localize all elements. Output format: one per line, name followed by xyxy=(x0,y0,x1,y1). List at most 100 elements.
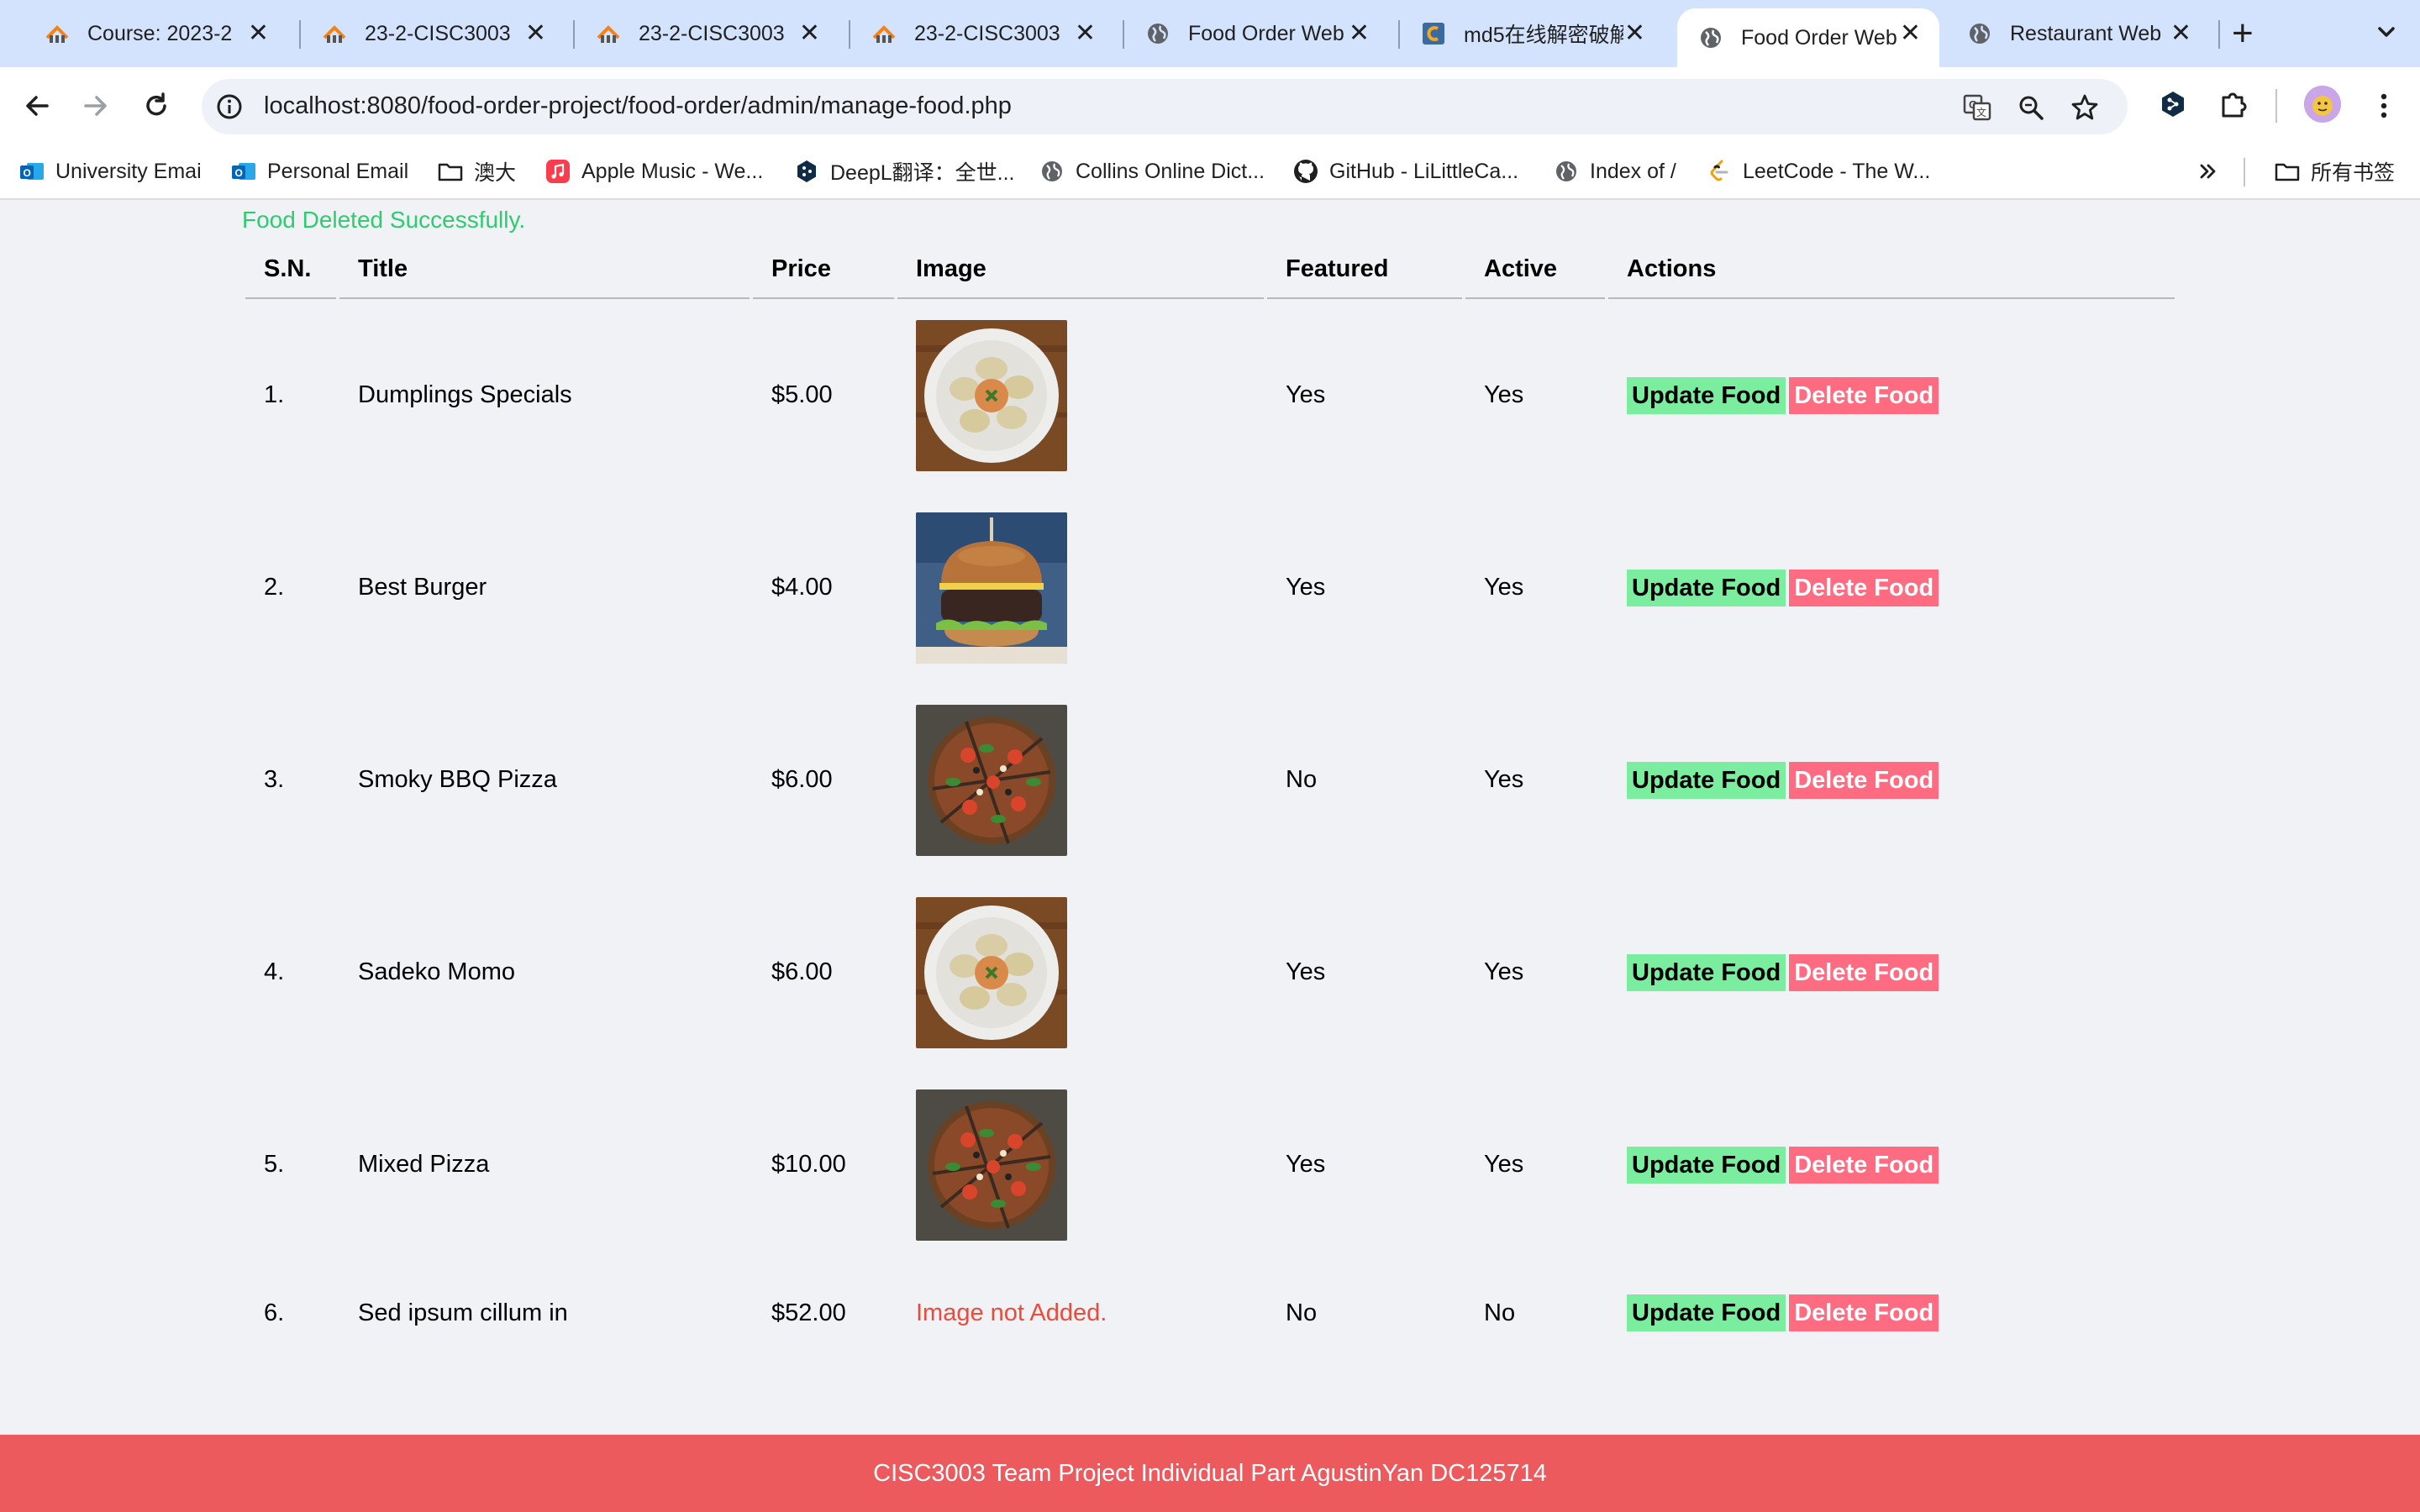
footer-text: CISC3003 Team Project Individual Part Ag… xyxy=(873,1459,1547,1487)
tab-strip: Course: 2023-2 ✕ 23-2-CISC3003 ✕ 23-2-CI… xyxy=(0,0,2420,67)
bookmark-github[interactable]: GitHub - LiLittleCa... xyxy=(1292,155,1518,188)
delete-food-button[interactable]: Delete Food xyxy=(1789,761,1939,799)
zoom-icon[interactable] xyxy=(2017,93,2045,122)
tab-title: 23-2-CISC3003 xyxy=(365,21,511,45)
close-icon[interactable]: ✕ xyxy=(1900,20,1921,47)
cell-image xyxy=(897,299,1264,491)
cell-title: Dumplings Specials xyxy=(358,381,572,408)
all-bookmarks-folder[interactable]: 所有书签 xyxy=(2274,155,2395,188)
update-food-button[interactable]: Update Food xyxy=(1627,1294,1786,1331)
close-icon[interactable]: ✕ xyxy=(248,20,269,47)
url-text[interactable]: localhost:8080/food-order-project/food-o… xyxy=(264,92,1012,120)
tab-cisc3003-3[interactable]: 23-2-CISC3003 ✕ xyxy=(850,8,1114,59)
cell-actions: Update Food Delete Food xyxy=(1608,876,2175,1068)
cell-sn: 6. xyxy=(264,1299,285,1326)
table-row: 5. Mixed Pizza $10.00 Yes Yes Update Foo… xyxy=(245,1068,2175,1261)
bookmark-label: 澳大 xyxy=(474,161,517,185)
profile-avatar[interactable] xyxy=(2304,86,2341,123)
cell-sn: 1. xyxy=(264,381,285,408)
back-button[interactable] xyxy=(18,87,55,124)
update-food-button[interactable]: Update Food xyxy=(1627,569,1786,606)
update-food-button[interactable]: Update Food xyxy=(1627,953,1786,991)
tab-search-button[interactable] xyxy=(2370,15,2403,49)
translate-icon[interactable]: G文 xyxy=(1963,93,1991,122)
delete-food-button[interactable]: Delete Food xyxy=(1789,376,1939,414)
globe-icon xyxy=(1553,158,1580,185)
cell-actions: Update Food Delete Food xyxy=(1608,1068,2175,1261)
tab-title: Food Order Web xyxy=(1741,25,1897,50)
cell-actions: Update Food Delete Food xyxy=(1608,299,2175,491)
delete-food-button[interactable]: Delete Food xyxy=(1789,953,1939,991)
reload-button[interactable] xyxy=(138,87,175,124)
cell-actions: Update Food Delete Food xyxy=(1608,491,2175,684)
bookmark-leetcode[interactable]: LeetCode - The W... xyxy=(1706,155,1930,188)
tab-md5[interactable]: md5在线解密破解 ✕ xyxy=(1400,8,1664,59)
table-row: 4. Sadeko Momo $6.00 Yes Yes Update Food… xyxy=(245,876,2175,1068)
update-food-button[interactable]: Update Food xyxy=(1627,376,1786,414)
github-icon xyxy=(1292,158,1319,185)
cell-featured: Yes xyxy=(1286,1151,1326,1178)
deepl-icon xyxy=(793,158,820,185)
tab-title: Restaurant Web xyxy=(2010,21,2162,45)
tab-food-order-web-1[interactable]: Food Order Web ✕ xyxy=(1124,8,1388,59)
apple-music-icon xyxy=(544,158,571,185)
new-tab-button[interactable]: + xyxy=(2232,13,2254,54)
bookmark-apple-music[interactable]: Apple Music - We... xyxy=(544,155,763,188)
bookmark-collins[interactable]: Collins Online Dict... xyxy=(1039,155,1265,188)
bookmark-folder-macau[interactable]: 澳大 xyxy=(437,155,516,188)
globe-icon xyxy=(1966,20,1993,47)
close-icon[interactable]: ✕ xyxy=(799,20,820,47)
moodle-icon xyxy=(871,20,897,47)
cell-active: Yes xyxy=(1484,381,1524,408)
cell-price: $6.00 xyxy=(771,958,833,985)
cell-image: Image not Added. xyxy=(897,1261,1264,1365)
bookmark-personal-email[interactable]: O Personal Email xyxy=(230,155,408,188)
close-icon[interactable]: ✕ xyxy=(1349,20,1370,47)
site-info-icon[interactable] xyxy=(215,92,244,121)
update-food-button[interactable]: Update Food xyxy=(1627,1146,1786,1184)
chevron-down-icon xyxy=(2378,27,2395,37)
leetcode-icon xyxy=(1706,158,1733,185)
table-row: 3. Smoky BBQ Pizza $6.00 No Yes Update F… xyxy=(245,684,2175,876)
extensions-puzzle-icon[interactable] xyxy=(2217,87,2250,121)
bookmark-index-of[interactable]: Index of / xyxy=(1553,155,1676,188)
tab-course[interactable]: Course: 2023-2 ✕ xyxy=(24,8,287,59)
bookmark-star-icon[interactable] xyxy=(2070,93,2099,122)
bookmark-deepl[interactable]: DeepL翻译：全世... xyxy=(793,155,1015,188)
cell-active: No xyxy=(1484,1299,1516,1326)
close-icon[interactable]: ✕ xyxy=(2170,20,2191,47)
tab-cisc3003-1[interactable]: 23-2-CISC3003 ✕ xyxy=(301,8,565,59)
double-chevron-right-icon xyxy=(2200,164,2216,179)
tab-title: 23-2-CISC3003 xyxy=(914,21,1060,45)
forward-button[interactable] xyxy=(77,87,114,124)
column-header-title: Title xyxy=(339,240,750,299)
food-image-pizza xyxy=(916,1089,1067,1241)
outlook-icon: O xyxy=(230,158,257,185)
address-bar[interactable]: localhost:8080/food-order-project/food-o… xyxy=(202,79,2128,134)
cell-title: Best Burger xyxy=(358,574,487,601)
tab-title: Course: 2023-2 xyxy=(87,21,233,45)
extension-deepl-icon[interactable] xyxy=(2156,87,2190,121)
update-food-button[interactable]: Update Food xyxy=(1627,761,1786,799)
cell-featured: No xyxy=(1286,1299,1318,1326)
close-icon[interactable]: ✕ xyxy=(1624,20,1645,47)
tab-food-order-web-active[interactable]: Food Order Web ✕ xyxy=(1677,8,1939,67)
more-bookmarks-button[interactable] xyxy=(2195,155,2222,188)
cell-featured: Yes xyxy=(1286,381,1326,408)
delete-food-button[interactable]: Delete Food xyxy=(1789,1146,1939,1184)
tab-title: Food Order Web xyxy=(1188,21,1344,45)
bookmark-label: Index of / xyxy=(1590,159,1676,183)
bookmark-label: Apple Music - We... xyxy=(581,159,764,183)
more-menu-icon[interactable] xyxy=(2371,89,2396,123)
tab-restaurant-web[interactable]: Restaurant Web ✕ xyxy=(1946,8,2210,59)
close-icon[interactable]: ✕ xyxy=(525,20,546,47)
cell-sn: 2. xyxy=(264,574,285,601)
toolbar-separator xyxy=(2275,89,2277,123)
close-icon[interactable]: ✕ xyxy=(1075,20,1096,47)
svg-text:O: O xyxy=(235,167,243,179)
tab-cisc3003-2[interactable]: 23-2-CISC3003 ✕ xyxy=(575,8,839,59)
delete-food-button[interactable]: Delete Food xyxy=(1789,1294,1939,1331)
delete-food-button[interactable]: Delete Food xyxy=(1789,569,1939,606)
bookmark-label: University Emai xyxy=(55,159,202,183)
bookmark-university-email[interactable]: O University Emai xyxy=(18,155,202,188)
